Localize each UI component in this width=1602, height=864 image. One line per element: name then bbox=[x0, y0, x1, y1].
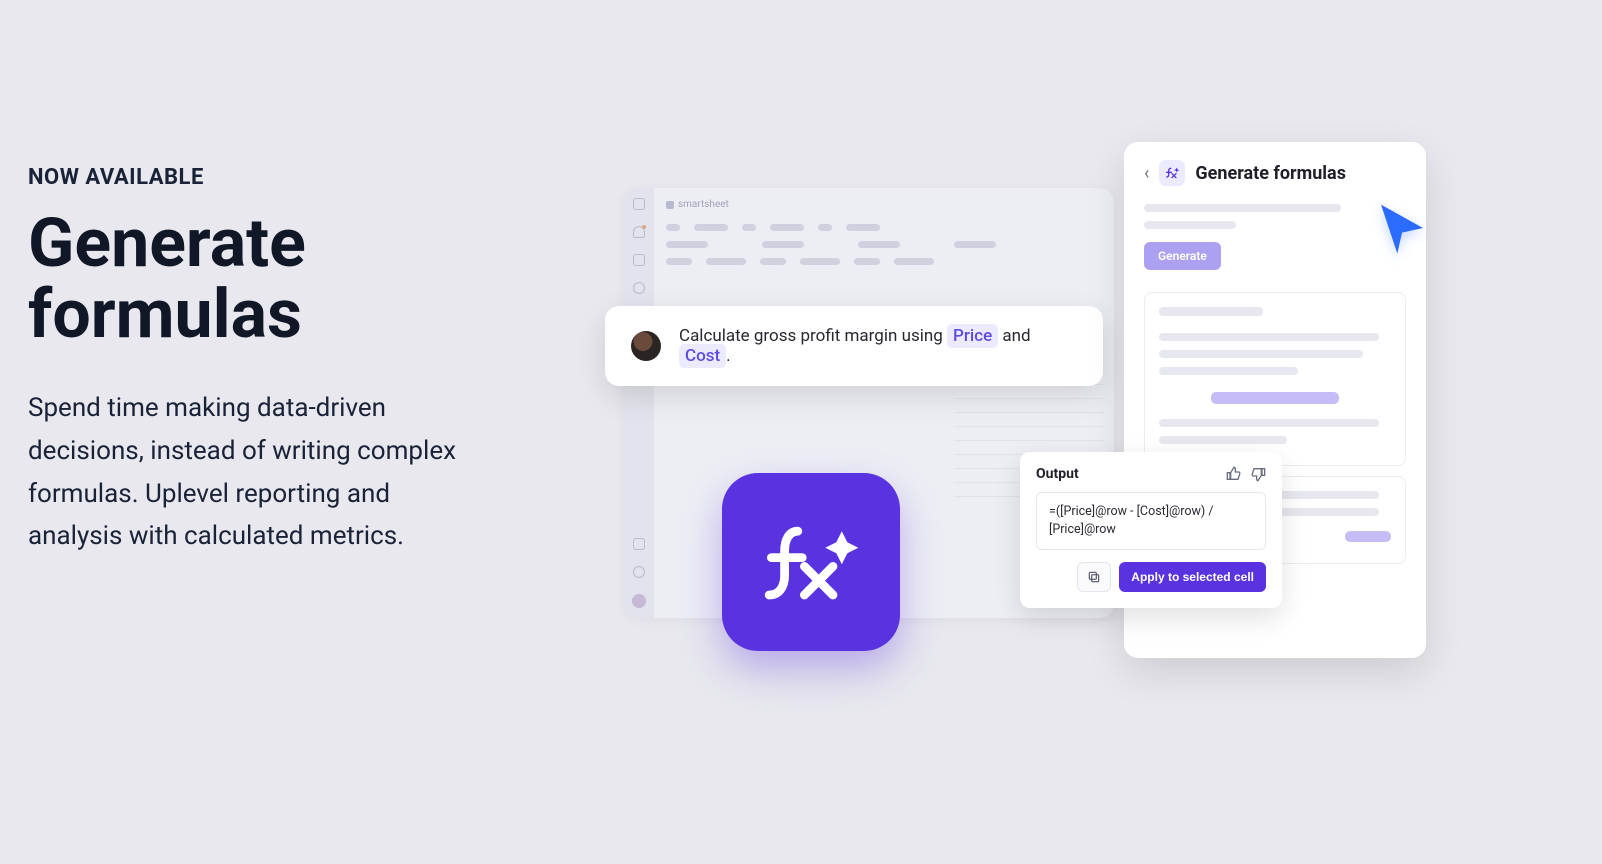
generate-panel-title: Generate formulas bbox=[1195, 163, 1346, 184]
subcopy: Spend time making data-driven decisions,… bbox=[28, 387, 458, 559]
prompt-card: Calculate gross profit margin using Pric… bbox=[605, 306, 1103, 386]
output-title: Output bbox=[1036, 466, 1079, 482]
fx-icon bbox=[756, 507, 866, 617]
chip-cost: Cost bbox=[679, 344, 726, 368]
prompt-text-after: . bbox=[726, 346, 730, 366]
cursor-icon bbox=[1374, 200, 1430, 256]
formula-output: =([Price]@row - [Cost]@row) / [Price]@ro… bbox=[1036, 492, 1266, 550]
copy-button[interactable] bbox=[1077, 562, 1111, 592]
prompt-text-mid: and bbox=[998, 326, 1030, 346]
fx-mini-icon bbox=[1159, 160, 1185, 186]
hero-text: NOW AVAILABLE Generate formulas Spend ti… bbox=[28, 165, 468, 558]
brand-label: smartsheet bbox=[666, 199, 729, 210]
user-avatar-icon bbox=[631, 331, 661, 361]
generate-panel-header: ‹ Generate formulas bbox=[1144, 160, 1406, 186]
thumbs-down-icon[interactable] bbox=[1250, 466, 1266, 482]
copy-icon bbox=[1087, 570, 1101, 584]
generate-button[interactable]: Generate bbox=[1144, 242, 1221, 270]
thumbs-up-icon[interactable] bbox=[1226, 466, 1242, 482]
back-chevron-icon[interactable]: ‹ bbox=[1144, 163, 1149, 184]
home-icon bbox=[633, 198, 645, 210]
output-card: Output =([Price]@row - [Cost]@row) / [Pr… bbox=[1020, 452, 1282, 608]
apply-to-cell-button[interactable]: Apply to selected cell bbox=[1119, 562, 1266, 592]
gen-result-box-1 bbox=[1144, 292, 1406, 466]
bg-content bbox=[666, 224, 1104, 275]
skeleton-line bbox=[1144, 221, 1236, 229]
chip-price: Price bbox=[947, 324, 998, 348]
eyebrow: NOW AVAILABLE bbox=[28, 165, 468, 190]
prompt-text: Calculate gross profit margin using Pric… bbox=[679, 326, 1077, 366]
clock-icon bbox=[633, 282, 645, 294]
prompt-text-before: Calculate gross profit margin using bbox=[679, 326, 947, 346]
folder-icon bbox=[633, 254, 645, 266]
fx-badge bbox=[722, 473, 900, 651]
illustration-cluster: smartsheet bbox=[620, 140, 1460, 700]
bell-icon bbox=[633, 226, 645, 238]
headline: Generate formulas bbox=[28, 208, 468, 351]
skeleton-line bbox=[1144, 204, 1341, 212]
